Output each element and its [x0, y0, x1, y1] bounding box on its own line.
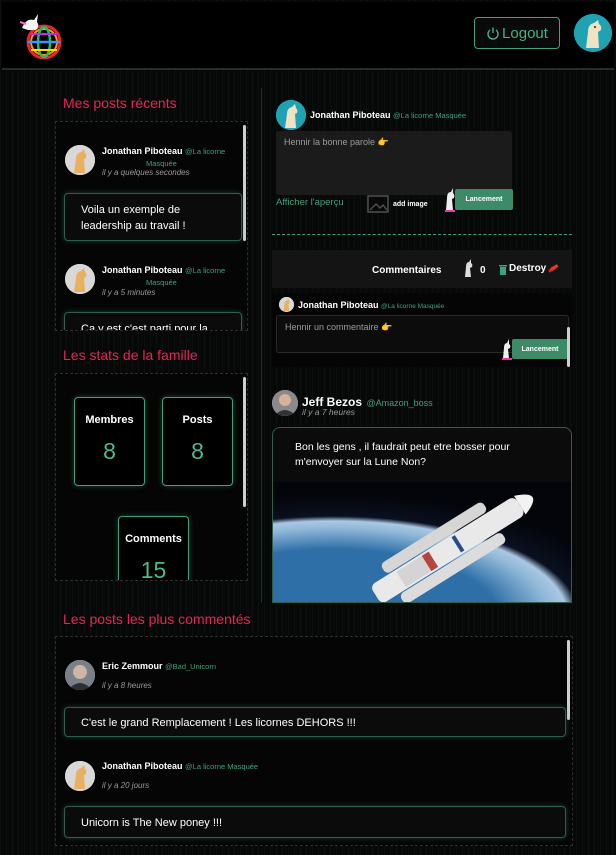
post-textarea[interactable]: Hennir la bonne parole 👉: [276, 131, 512, 195]
unicorn-icon[interactable]: [462, 258, 476, 278]
post-author: Jonathan Piboteau @La licorne: [102, 265, 226, 275]
recent-posts-scrollbar[interactable]: [243, 125, 246, 241]
comment-handle: @La licorne Masquée: [381, 303, 445, 310]
post-handle: @La licorne: [185, 147, 226, 156]
comment-scrollbar[interactable]: [567, 327, 570, 367]
comments-label: Comments: [125, 533, 182, 545]
feed-post: Jeff Bezos @Amazon_boss il y a 7 heures …: [272, 376, 572, 603]
stats-scrollbar[interactable]: [243, 377, 246, 507]
avatar: [65, 145, 95, 175]
feed-time: il y a 7 heures: [302, 407, 355, 417]
power-icon: [486, 26, 500, 40]
feed-avatar: [272, 390, 298, 416]
post-handle-cont: Masquée: [146, 278, 177, 287]
stats-panel: Membres 8 Posts 8 Comments 15: [55, 373, 248, 581]
avatar: [65, 761, 95, 791]
comments-stat-card: Comments 15: [118, 516, 189, 581]
dynamite-icon: [547, 262, 559, 274]
post-time: il y a 20 jours: [102, 781, 150, 790]
top-header: Logout: [2, 2, 614, 70]
most-commented-panel[interactable]: Eric Zemmour @Bad_Unicorn il y a 8 heure…: [55, 636, 573, 846]
avatar: [65, 264, 95, 294]
comments-bar: Commentaires 0 Destroy: [272, 250, 572, 288]
post-author: Jonathan Piboteau @La licorne Masquée: [102, 761, 259, 771]
comment-author: Jonathan Piboteau @La licorne Masquée: [298, 300, 445, 310]
preview-link[interactable]: Afficher l'aperçu: [276, 197, 344, 208]
destroy-button[interactable]: Destroy: [498, 262, 559, 275]
add-image-label: add image: [393, 200, 428, 208]
post-handle: @La licorne Masquée: [185, 762, 259, 771]
recent-posts-title: Mes posts récents: [63, 95, 177, 111]
post-author: Eric Zemmour @Bad_Unicorn: [102, 661, 217, 671]
add-image-button[interactable]: add image: [367, 195, 428, 213]
members-stat-card: Membres 8: [74, 397, 145, 486]
comments-value: 15: [140, 557, 167, 581]
column-divider: [261, 88, 262, 603]
feed-content: Bon les gens , il faudrait peut etre bos…: [272, 427, 572, 603]
post-handle: @Bad_Unicorn: [165, 662, 217, 671]
members-label: Membres: [85, 414, 134, 426]
post-author: Jonathan Piboteau @La licorne: [102, 146, 226, 156]
post-content: Voila un exemple de leadership au travai…: [64, 193, 242, 241]
comments-label: Commentaires: [372, 265, 442, 276]
feed-handle: @Amazon_boss: [366, 398, 433, 408]
feed-text: Bon les gens , il faudrait peut etre bos…: [295, 441, 510, 468]
posts-stat-card: Posts 8: [162, 397, 233, 486]
stats-title: Les stats de la famille: [63, 347, 198, 363]
composer-author: Jonathan Piboteau @La licorne Masquée: [310, 110, 467, 120]
composer-divider: [272, 234, 572, 235]
post-time: il y a 5 minutes: [102, 288, 156, 297]
image-icon: [367, 195, 389, 213]
launch-post-button[interactable]: Lancement: [455, 189, 513, 210]
post-content: Unicorn is The New poney !!!: [64, 806, 566, 838]
post-time: il y a 8 heures: [102, 681, 152, 690]
composer-avatar: [276, 100, 306, 130]
rocket-image: [273, 482, 571, 602]
user-avatar[interactable]: [574, 14, 612, 52]
logout-label: Logout: [502, 24, 548, 42]
launch-comment-button[interactable]: Lancement: [512, 339, 568, 359]
most-commented-title: Les posts les plus commentés: [63, 611, 251, 627]
unicorn-globe-logo-icon[interactable]: [16, 10, 66, 64]
recent-posts-panel[interactable]: Jonathan Piboteau @La licorne Masquée il…: [55, 121, 248, 331]
trash-icon: [498, 262, 508, 275]
destroy-label: Destroy: [509, 262, 547, 274]
post-handle: @La licorne: [185, 266, 226, 275]
comment-count: 0: [480, 265, 486, 276]
logout-button[interactable]: Logout: [474, 17, 560, 49]
posts-label: Posts: [182, 414, 213, 426]
post-content: C'est le grand Remplacement ! Les licorn…: [64, 707, 566, 737]
most-commented-scrollbar[interactable]: [567, 640, 570, 720]
comment-avatar: [279, 297, 294, 312]
post-content: Ca y est c'est parti pour la: [64, 312, 242, 330]
post-handle-cont: Masquée: [146, 159, 177, 168]
comment-form: Jonathan Piboteau @La licorne Masquée He…: [272, 293, 572, 367]
post-time: il y a quelques secondes: [102, 168, 190, 177]
posts-value: 8: [191, 438, 204, 464]
avatar: [65, 660, 95, 690]
members-value: 8: [103, 438, 116, 464]
composer-handle: @La licorne Masquée: [393, 111, 467, 120]
